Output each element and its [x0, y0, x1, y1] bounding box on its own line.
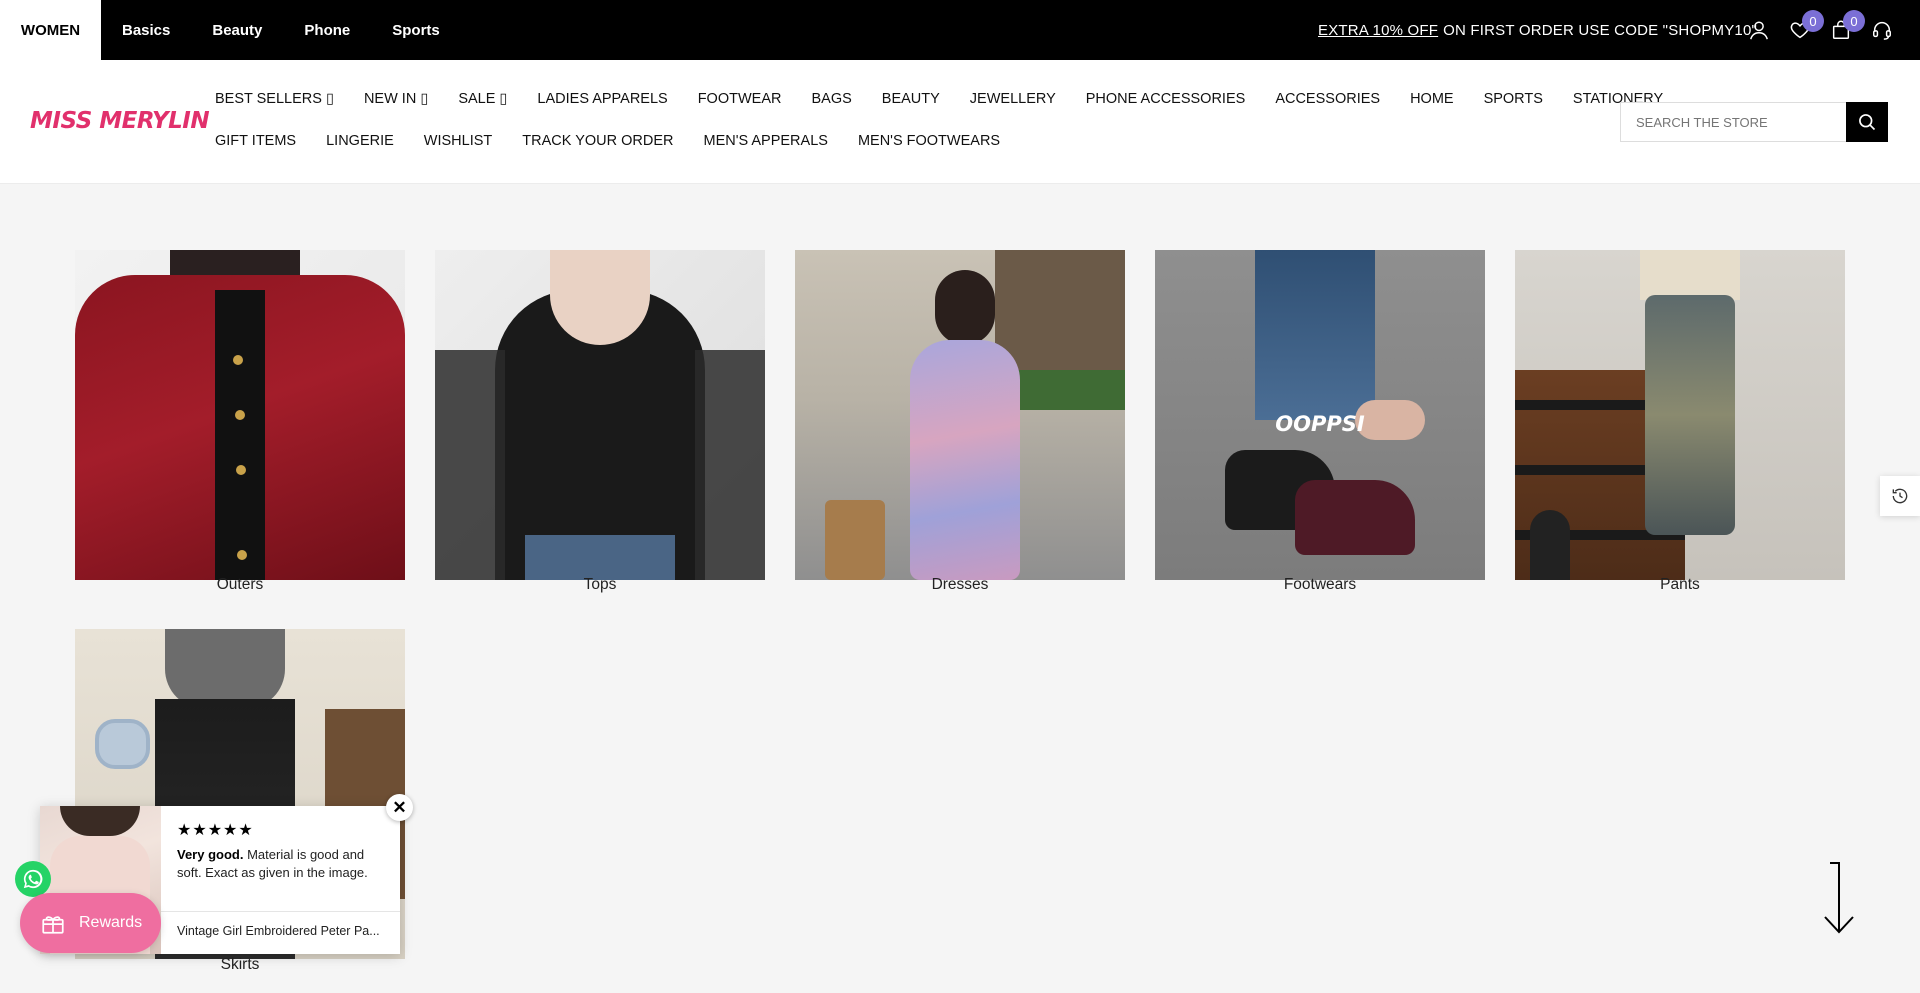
top-category-women[interactable]: WOMEN: [0, 0, 101, 60]
footwears-image: OOPPSI: [1155, 250, 1485, 580]
nav-phone-accessories[interactable]: PHONE ACCESSORIES: [1086, 91, 1246, 107]
collection-label-tops[interactable]: Tops: [435, 576, 765, 594]
gift-icon: [42, 916, 64, 934]
promo-banner: EXTRA 10% OFF ON FIRST ORDER USE CODE "S…: [1318, 0, 1757, 60]
nav-lingerie[interactable]: LINGERIE: [326, 133, 394, 149]
review-headline: Very good.: [177, 847, 244, 862]
nav-bags[interactable]: BAGS: [811, 91, 851, 107]
whatsapp-icon: [23, 869, 43, 889]
main-nav: BEST SELLERS ▯ NEW IN ▯ SALE ▯ LADIES AP…: [215, 78, 1663, 162]
wishlist-button[interactable]: 0: [1786, 10, 1824, 46]
nav-row-1: BEST SELLERS ▯ NEW IN ▯ SALE ▯ LADIES AP…: [215, 78, 1663, 120]
collection-tile-footwears[interactable]: OOPPSI: [1155, 250, 1485, 580]
nav-row-2: GIFT ITEMS LINGERIE WISHLIST TRACK YOUR …: [215, 120, 1575, 162]
pants-image: [1515, 250, 1845, 580]
dresses-image: [795, 250, 1125, 580]
nav-best-sellers[interactable]: BEST SELLERS ▯: [215, 91, 334, 107]
collection-label-outers[interactable]: Outers: [75, 576, 405, 594]
whatsapp-button[interactable]: [15, 861, 51, 897]
review-text: Very good. Material is good and soft. Ex…: [177, 846, 382, 882]
nav-footwear[interactable]: FOOTWEAR: [698, 91, 782, 107]
collection-tile-dresses[interactable]: [795, 250, 1125, 580]
collection-tile-tops[interactable]: [435, 250, 765, 580]
collection-label-pants[interactable]: Pants: [1515, 576, 1845, 594]
search-icon: [1859, 114, 1876, 131]
support-button[interactable]: [1868, 14, 1896, 46]
search-input[interactable]: [1621, 103, 1849, 141]
search-button[interactable]: [1846, 102, 1888, 142]
history-icon: [1892, 488, 1908, 504]
store-logo[interactable]: MISS MERYLIN: [30, 108, 210, 134]
recently-viewed-button[interactable]: [1880, 476, 1920, 516]
nav-jewellery[interactable]: JEWELLERY: [970, 91, 1056, 107]
review-body: ★★★★★ Very good. Material is good and so…: [161, 806, 400, 954]
nav-mens-footwears[interactable]: MEN'S FOOTWEARS: [858, 133, 1000, 149]
top-category-beauty[interactable]: Beauty: [191, 0, 283, 60]
review-product-name[interactable]: Vintage Girl Embroidered Peter Pa...: [161, 911, 400, 954]
top-bar: WOMEN Basics Beauty Phone Sports EXTRA 1…: [0, 0, 1920, 60]
review-stars: ★★★★★: [177, 822, 254, 839]
user-icon: [1750, 21, 1768, 40]
collection-tile-pants[interactable]: [1515, 250, 1845, 580]
search-box: [1620, 102, 1888, 142]
nav-beauty[interactable]: BEAUTY: [882, 91, 940, 107]
cart-count-badge: 0: [1843, 10, 1865, 32]
cart-button[interactable]: 0: [1827, 10, 1865, 46]
main-header: MISS MERYLIN BEST SELLERS ▯ NEW IN ▯ SAL…: [0, 60, 1920, 184]
nav-gift-items[interactable]: GIFT ITEMS: [215, 133, 296, 149]
brand-overlay-text: OOPPSI: [1275, 412, 1365, 436]
top-category-phone[interactable]: Phone: [283, 0, 371, 60]
arrow-down-icon: [1824, 862, 1854, 934]
nav-sale[interactable]: SALE ▯: [458, 91, 507, 107]
nav-home[interactable]: HOME: [1410, 91, 1454, 107]
account-button[interactable]: [1745, 14, 1773, 46]
collection-label-dresses[interactable]: Dresses: [795, 576, 1125, 594]
promo-link[interactable]: EXTRA 10% OFF: [1318, 22, 1438, 39]
collection-label-footwears[interactable]: Footwears: [1155, 576, 1485, 594]
wishlist-count-badge: 0: [1802, 10, 1824, 32]
tops-image: [435, 250, 765, 580]
headset-icon: [1873, 22, 1891, 40]
rewards-label: Rewards: [79, 914, 143, 931]
collection-label-skirts[interactable]: Skirts: [75, 956, 405, 974]
nav-wishlist[interactable]: WISHLIST: [424, 133, 492, 149]
nav-new-in[interactable]: NEW IN ▯: [364, 91, 428, 107]
nav-ladies-apparels[interactable]: LADIES APPARELS: [537, 91, 667, 107]
rewards-button[interactable]: Rewards: [20, 893, 161, 953]
nav-track-order[interactable]: TRACK YOUR ORDER: [522, 133, 673, 149]
collection-tile-outers[interactable]: [75, 250, 405, 580]
header-icons: 0 0: [1745, 10, 1896, 46]
outers-image: [75, 250, 405, 580]
promo-text: ON FIRST ORDER USE CODE "SHOPMY10": [1443, 21, 1758, 39]
scroll-down-arrow[interactable]: [1822, 862, 1856, 934]
nav-accessories[interactable]: ACCESSORIES: [1275, 91, 1380, 107]
top-category-basics[interactable]: Basics: [101, 0, 191, 60]
nav-sports[interactable]: SPORTS: [1484, 91, 1543, 107]
top-category-sports[interactable]: Sports: [371, 0, 461, 60]
close-review-button[interactable]: ✕: [386, 794, 413, 821]
nav-mens-apperals[interactable]: MEN'S APPERALS: [703, 133, 827, 149]
